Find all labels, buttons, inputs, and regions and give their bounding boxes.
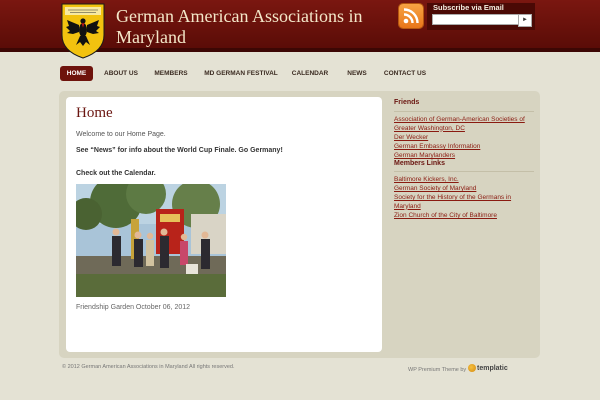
link-society-history-germans[interactable]: Society for the History of the Germans i… (394, 194, 534, 211)
subscribe-button[interactable]: ► (518, 14, 532, 27)
templatic-label: templatic (477, 364, 508, 372)
site-title[interactable]: German American Associations in Maryland (116, 6, 394, 48)
theme-credit: WP Premium Theme by (408, 367, 467, 373)
members-links-heading: Members Links (394, 160, 445, 167)
calendar-text: Check out the Calendar. (76, 170, 156, 177)
rss-icon[interactable] (399, 4, 423, 28)
crest-logo[interactable] (61, 3, 105, 59)
nav-news[interactable]: NEWS (342, 66, 372, 81)
subscribe-email-input[interactable] (432, 14, 522, 25)
nav-about-us[interactable]: ABOUT US (101, 66, 141, 81)
link-german-embassy[interactable]: German Embassy Information (394, 143, 534, 152)
page-title: Home (76, 105, 113, 121)
members-rule (394, 171, 534, 172)
subscribe-label: Subscribe via Email (433, 3, 504, 12)
link-german-society-maryland[interactable]: German Society of Maryland (394, 185, 534, 194)
friends-rule (394, 111, 534, 112)
nav-md-german-festival[interactable]: MD GERMAN FESTIVAL (202, 66, 280, 81)
link-association-german-american-societies[interactable]: Association of German-American Societies… (394, 116, 534, 133)
welcome-text: Welcome to our Home Page. (76, 131, 166, 138)
friendship-garden-photo[interactable] (76, 184, 226, 297)
nav-members[interactable]: MEMBERS (151, 66, 191, 81)
templatic-icon (468, 364, 476, 372)
friends-heading: Friends (394, 99, 420, 106)
nav-home[interactable]: HOME (60, 66, 93, 81)
link-baltimore-kickers[interactable]: Baltimore Kickers, Inc. (394, 176, 534, 185)
news-text: See “News” for info about the World Cup … (76, 147, 283, 154)
copyright: © 2012 German American Associations in M… (62, 364, 235, 370)
nav-calendar[interactable]: CALENDAR (288, 66, 332, 81)
link-zion-church[interactable]: Zion Church of the City of Baltimore (394, 212, 534, 221)
nav-contact-us[interactable]: CONTACT US (381, 66, 429, 81)
templatic-logo[interactable]: templatic (468, 364, 508, 372)
photo-caption: Friendship Garden October 06, 2012 (76, 304, 191, 311)
link-der-wecker[interactable]: Der Wecker (394, 134, 534, 143)
